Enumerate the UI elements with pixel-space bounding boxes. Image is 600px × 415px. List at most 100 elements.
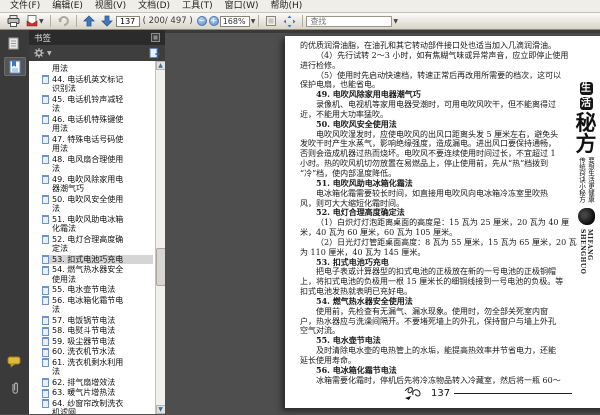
bookmark-item[interactable]: 46. 电话机特殊键使用法 [42, 115, 153, 134]
menu-item[interactable]: 窗口(W) [219, 0, 265, 12]
bookmark-label: 60. 洗衣机节水法 [52, 347, 116, 356]
text-line: 49. 电吹风除家用电器潮气巧 [316, 89, 421, 100]
bookmark-page-icon [42, 135, 49, 144]
bookmark-item[interactable]: 49. 电吹风除家用电器潮气巧 [42, 175, 153, 194]
scroll-thumb[interactable] [155, 248, 165, 286]
menu-item[interactable]: 文档(D) [132, 0, 176, 12]
locate-bookmark-icon[interactable] [149, 47, 160, 59]
find-input[interactable] [306, 15, 393, 27]
bookmark-item[interactable]: 用法 [42, 64, 153, 74]
caret-down-icon[interactable]: ▼ [251, 18, 256, 25]
bookmark-item[interactable]: 53. 扣式电池巧充电 [42, 254, 153, 264]
text-line: 发吹干时产生水蒸气，影响绝缘强度，造成漏电。进出风口要保持通畅， [300, 139, 556, 149]
bookmark-item[interactable]: 56. 电冰箱化霜节电法 [42, 296, 153, 315]
bookmark-item[interactable]: 63. 暖气片增热法 [42, 388, 153, 398]
text-line: 户，热水器应与洗澡间隔开。不要堵死墙上的外孔，保持窗户与墙上外孔 [300, 316, 556, 326]
zoom-out-button[interactable]: − [196, 16, 207, 26]
text-line: 51. 电吹风助电冰箱化霜法 [316, 177, 413, 188]
bookmark-item[interactable]: 44. 电话机英文标记识别法 [42, 75, 153, 94]
find-options-caret-icon[interactable]: ▼ [393, 18, 398, 25]
bookmark-label: 48. 电风扇合理使用法 [52, 154, 124, 174]
previous-view-button[interactable] [54, 14, 73, 28]
banner-char-box: 生 [579, 82, 593, 95]
menu-item[interactable]: 编辑(E) [46, 0, 89, 12]
print-button[interactable] [4, 14, 23, 28]
bookmark-page-icon [42, 255, 49, 264]
bookmarks-panel: 书签 ▼ 用法 44. 电话机英文标记识别法 45. 电话机铃声减轻法 46. … [29, 30, 165, 414]
bookmark-page-icon [42, 115, 49, 124]
text-line: 上，将扣式电池的负极用一根 15 厘米长的细铜线接到一号电池的负极。等 [300, 277, 564, 287]
comments-panel-button[interactable] [0, 356, 29, 368]
footer-page-number: 137 [431, 387, 451, 399]
bookmark-item[interactable]: 58. 电熨斗节电法 [42, 326, 153, 336]
bookmark-item[interactable]: 59. 吸尘器节电法 [42, 337, 153, 346]
bookmark-label: 44. 电话机英文标记识别法 [52, 74, 124, 94]
document-pane[interactable]: 的优质润滑油脂，在油孔和其它转动部件接口处也适当加入几滴润滑油。 （4）先行试转… [165, 30, 600, 414]
bookmark-label: 55. 电水壶节电法 [52, 285, 116, 294]
bookmark-item[interactable]: 60. 洗衣机节水法 [42, 347, 153, 357]
paperclip-icon [11, 382, 18, 394]
scroll-down-button[interactable]: ▼ [155, 405, 165, 414]
bookmark-label: 56. 电冰箱化霜节电法 [52, 295, 124, 315]
previous-view-icon [57, 16, 69, 26]
bookmark-item[interactable]: 64. 纱窗帘改制洗衣机滤网 [42, 398, 153, 415]
bookmark-page-icon [42, 75, 49, 84]
bookmark-item[interactable]: 54. 燃气热水器安全使用法 [42, 265, 153, 284]
bookmark-item[interactable]: 61. 洗衣机剩水利用法 [42, 358, 153, 377]
pages-panel-button[interactable] [4, 34, 26, 53]
bookmark-item[interactable]: 52. 电灯合理高度确定法 [42, 235, 153, 254]
fullscreen-button[interactable] [280, 14, 299, 28]
toolbar-separator [258, 15, 260, 27]
scroll-track[interactable] [155, 70, 165, 405]
scroll-up-button[interactable]: ▲ [155, 61, 165, 70]
next-page-button[interactable] [98, 14, 116, 28]
bookmark-item[interactable]: 45. 电话机铃声减轻法 [42, 95, 153, 114]
arrow-down-icon [100, 15, 113, 27]
menu-bar: 文件(F) 编辑(E) 视图(V) 文档(D) 工具(T) 窗口(W) 帮助(H… [0, 0, 600, 13]
banner-tagline: 要想生活更健康 [586, 157, 595, 203]
previous-page-button[interactable] [80, 14, 98, 28]
bookmarks-body: 用法 44. 电话机英文标记识别法 45. 电话机铃声减轻法 46. 电话机特殊… [29, 61, 165, 414]
bookmark-label: 63. 暖气片增热法 [52, 388, 116, 397]
banner-latin-title: SHENGHUO MIFANG [579, 228, 593, 274]
fit-width-button[interactable] [262, 14, 280, 28]
bookmarks-panel-toolbar: ▼ [29, 45, 165, 61]
text-line: 否则会造成机器过热而烧坏。电吹风不要连续使用时间过长，不宜超过 1 [300, 149, 556, 159]
email-button[interactable]: ▼ [23, 14, 47, 28]
panel-hide-icon[interactable] [151, 33, 160, 42]
zoom-level-select[interactable]: 168% [219, 15, 250, 27]
bookmark-item[interactable]: 55. 电水壶节电法 [42, 285, 153, 295]
menu-item[interactable]: 帮助(H) [265, 0, 309, 12]
zoom-in-button[interactable]: + [208, 16, 219, 26]
bookmark-page-icon [42, 235, 49, 244]
bookmark-label: 52. 电灯合理高度确定法 [52, 234, 124, 254]
menu-item[interactable]: 文件(F) [4, 0, 46, 12]
footer-rule [454, 392, 573, 394]
menu-item[interactable]: 工具(T) [176, 0, 219, 12]
bookmark-page-icon [42, 95, 49, 104]
bookmarks-panel-button[interactable] [3, 57, 26, 76]
page-number-input[interactable] [115, 15, 140, 27]
pages-icon [8, 37, 19, 49]
bookmark-item[interactable]: 51. 电吹风助电冰箱化霜法 [42, 215, 153, 234]
attachments-panel-button[interactable] [0, 381, 29, 396]
footer-flourish-icon [404, 387, 421, 400]
bookmark-item[interactable]: 50. 电吹风安全使用法 [42, 195, 153, 214]
toolbar-separator [75, 15, 77, 27]
bookmark-item[interactable]: 47. 特殊电话号码使用法 [42, 135, 153, 154]
bookmark-page-icon [42, 347, 49, 357]
bookmark-list: 用法 44. 电话机英文标记识别法 45. 电话机铃声减轻法 46. 电话机特殊… [29, 61, 155, 414]
bookmark-item[interactable]: 62. 排气扇增效法 [42, 378, 153, 387]
bookmark-page-icon [42, 399, 49, 408]
text-line: 50. 电吹风安全使用法 [316, 118, 397, 129]
bookmark-options-button[interactable]: ▼ [34, 48, 52, 58]
side-banner: 生 活 秘 方 要想生活更健康 传统窍诀小秘方 SHENGHUO MIFANG [571, 82, 600, 274]
menu-item[interactable]: 视图(V) [89, 0, 132, 12]
text-line: 小时。热的吹风机切勿放置在易燃品上，停止使用前，先从“热”档拨到 [300, 159, 549, 169]
bookmark-page-icon [42, 215, 49, 224]
main-area: 书签 ▼ 用法 44. 电话机英文标记识别法 45. 电话机铃声减轻法 46. … [0, 30, 600, 414]
bookmark-item[interactable]: 57. 电饭锅节电法 [42, 316, 153, 325]
text-line: （5）使用时先启动快速档，转速正常后再改用所需要的档次，这可以 [316, 70, 562, 80]
bookmark-item[interactable]: 48. 电风扇合理使用法 [42, 155, 153, 174]
bookmark-label: 64. 纱窗帘改制洗衣机滤网 [52, 398, 124, 415]
